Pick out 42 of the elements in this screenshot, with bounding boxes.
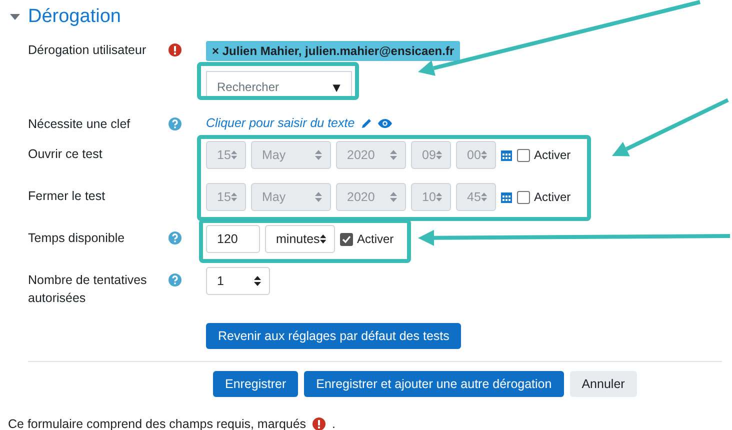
updown-icon xyxy=(230,150,237,160)
updown-icon xyxy=(436,150,442,160)
updown-icon xyxy=(390,150,397,160)
field-label: Fermer le test xyxy=(28,188,106,205)
dropdown[interactable]: 1 xyxy=(206,267,270,295)
search-dropdown[interactable]: Rechercher ▼ xyxy=(206,71,352,99)
pencil-icon[interactable] xyxy=(360,118,372,128)
field-label: Temps disponible xyxy=(28,230,126,247)
updown-icon xyxy=(480,192,487,202)
selected-user-tag[interactable]: × Julien Mahier, julien.mahier@ensicaen.fr xyxy=(206,41,460,61)
time-limit-field[interactable]: 120 xyxy=(206,225,260,253)
section-title[interactable]: Dérogation xyxy=(28,6,121,28)
save-button[interactable]: Enregistrer xyxy=(213,371,298,397)
help-icon[interactable] xyxy=(168,273,182,287)
edit-text-link[interactable]: Cliquer pour saisir du texte xyxy=(206,116,355,130)
updown-icon xyxy=(254,276,261,286)
checkmark-icon xyxy=(342,234,351,244)
activate-checkbox[interactable]: Activer xyxy=(517,148,571,162)
updown-icon xyxy=(480,150,487,160)
eye-icon[interactable] xyxy=(378,118,392,128)
save-button[interactable]: Enregistrer et ajouter une autre dérogation xyxy=(304,371,564,397)
field-label: Dérogation utilisateur xyxy=(28,42,148,59)
cancel-button[interactable]: Annuler xyxy=(570,371,637,397)
calendar-icon[interactable] xyxy=(501,191,512,203)
reset-defaults-button[interactable]: Revenir aux réglages par défaut des tests xyxy=(206,323,462,349)
updown-icon xyxy=(436,192,442,202)
updown-icon xyxy=(315,150,322,160)
field-label: Ouvrir ce test xyxy=(28,146,104,163)
dropdown[interactable]: minutes xyxy=(265,225,335,253)
updown-icon xyxy=(390,192,397,202)
updown-icon xyxy=(320,234,326,244)
field-label: Nécessite une clef xyxy=(28,116,132,133)
field-label: Nombre de tentatives autorisées xyxy=(28,272,148,307)
period-text: . xyxy=(332,417,336,430)
updown-icon xyxy=(230,192,237,202)
help-icon[interactable] xyxy=(168,117,182,131)
calendar-icon[interactable] xyxy=(501,149,512,161)
activate-checkbox[interactable]: Activer xyxy=(517,190,571,204)
help-icon[interactable] xyxy=(168,231,182,245)
collapse-caret-icon[interactable] xyxy=(10,14,20,20)
updown-icon xyxy=(315,192,322,202)
activate-checkbox[interactable]: Activer xyxy=(340,232,394,246)
